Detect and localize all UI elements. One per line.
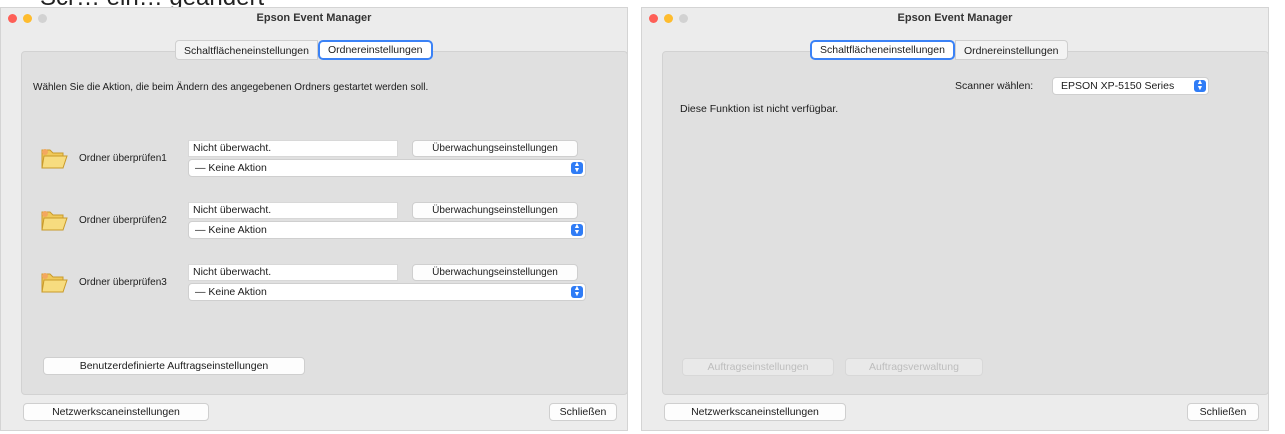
action-select[interactable]: — Keine Aktion ▲ ▼ [188, 283, 586, 301]
stepper-icon: ▲ ▼ [571, 223, 583, 236]
close-button[interactable]: Schließen [549, 403, 617, 421]
monitoring-settings-button[interactable]: Überwachungseinstellungen [412, 202, 578, 219]
folder-row: Ordner überprüfen3 Nicht überwacht. Über… [39, 264, 589, 308]
scanner-select-value: EPSON XP-5150 Series [1061, 80, 1175, 92]
tab-folder-settings[interactable]: Ordnereinstellungen [317, 40, 433, 60]
job-settings-button[interactable]: Auftragseinstellungen [682, 358, 834, 376]
folder-status-field: Nicht überwacht. [188, 264, 398, 281]
folder-row-label: Ordner überprüfen1 [79, 153, 167, 164]
action-select-value: — Keine Aktion [195, 224, 267, 236]
action-select-value: — Keine Aktion [195, 162, 267, 174]
tab-bar: Schaltflächeneinstellungen Ordnereinstel… [175, 40, 433, 60]
job-management-button[interactable]: Auftragsverwaltung [845, 358, 983, 376]
stepper-icon: ▲ ▼ [571, 161, 583, 174]
network-scan-settings-button[interactable]: Netzwerkscaneinstellungen [23, 403, 209, 421]
right-window: Epson Event Manager Schaltflächeneinstel… [641, 7, 1269, 431]
action-select-value: — Keine Aktion [195, 286, 267, 298]
folder-icon [41, 273, 68, 293]
folder-status-field: Nicht überwacht. [188, 202, 398, 219]
action-select[interactable]: — Keine Aktion ▲ ▼ [188, 159, 586, 177]
action-select[interactable]: — Keine Aktion ▲ ▼ [188, 221, 586, 239]
left-window: Epson Event Manager Schaltflächeneinstel… [0, 7, 628, 431]
window-title: Epson Event Manager [256, 12, 372, 24]
title-bar: Epson Event Manager [642, 8, 1268, 30]
title-bar: Epson Event Manager [1, 8, 627, 30]
tab-folder-settings[interactable]: Ordnereinstellungen [954, 40, 1068, 60]
monitoring-settings-button[interactable]: Überwachungseinstellungen [412, 140, 578, 157]
tab-button-settings[interactable]: Schaltflächeneinstellungen [175, 40, 318, 60]
close-button[interactable]: Schließen [1187, 403, 1259, 421]
stepper-icon: ▲ ▼ [571, 285, 583, 298]
folder-row: Ordner überprüfen1 Nicht überwacht. Über… [39, 140, 589, 184]
unavailable-message: Diese Funktion ist nicht verfügbar. [680, 103, 839, 115]
monitoring-settings-button[interactable]: Überwachungseinstellungen [412, 264, 578, 281]
instruction-text: Wählen Sie die Aktion, die beim Ändern d… [33, 82, 429, 93]
stepper-icon: ▲ ▼ [1194, 79, 1206, 92]
folder-row: Ordner überprüfen2 Nicht überwacht. Über… [39, 202, 589, 246]
scanner-select[interactable]: EPSON XP-5150 Series ▲ ▼ [1052, 77, 1209, 95]
folder-row-label: Ordner überprüfen2 [79, 215, 167, 226]
folder-icon [41, 149, 68, 169]
folder-status-field: Nicht überwacht. [188, 140, 398, 157]
network-scan-settings-button[interactable]: Netzwerkscaneinstellungen [664, 403, 846, 421]
custom-job-settings-button[interactable]: Benutzerdefinierte Auftragseinstellungen [43, 357, 305, 375]
folder-row-label: Ordner überprüfen3 [79, 277, 167, 288]
window-title: Epson Event Manager [897, 12, 1013, 24]
tab-bar: Schaltflächeneinstellungen Ordnereinstel… [810, 40, 1068, 60]
folder-icon [41, 211, 68, 231]
scanner-select-label: Scanner wählen: [955, 80, 1034, 92]
tab-button-settings[interactable]: Schaltflächeneinstellungen [810, 40, 955, 60]
